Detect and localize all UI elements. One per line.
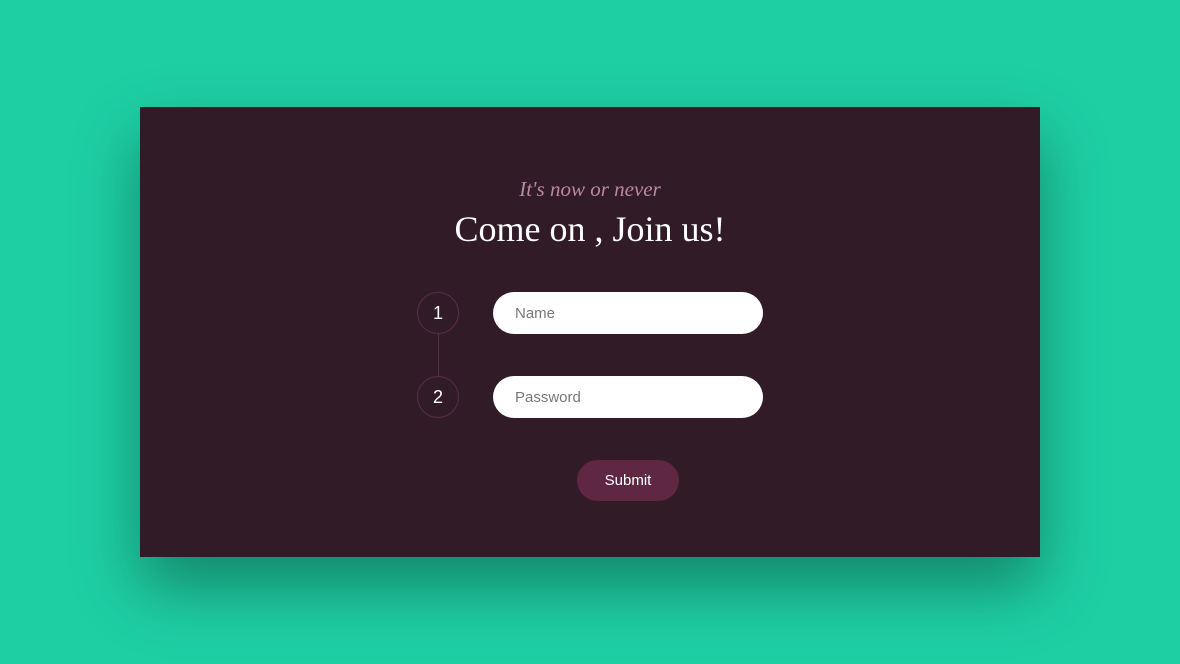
form-row-password: 2 — [417, 376, 763, 418]
name-input[interactable] — [493, 292, 763, 334]
signup-form: 1 2 Submit — [417, 292, 763, 501]
password-input[interactable] — [493, 376, 763, 418]
card-subtitle: It's now or never — [519, 177, 661, 202]
submit-button[interactable]: Submit — [577, 460, 680, 501]
card-title: Come on , Join us! — [454, 208, 725, 250]
form-row-name: 1 — [417, 292, 763, 334]
step-number-2: 2 — [417, 376, 459, 418]
step-connector — [438, 334, 439, 376]
step-number-1: 1 — [417, 292, 459, 334]
signup-card: It's now or never Come on , Join us! 1 2… — [140, 107, 1040, 557]
